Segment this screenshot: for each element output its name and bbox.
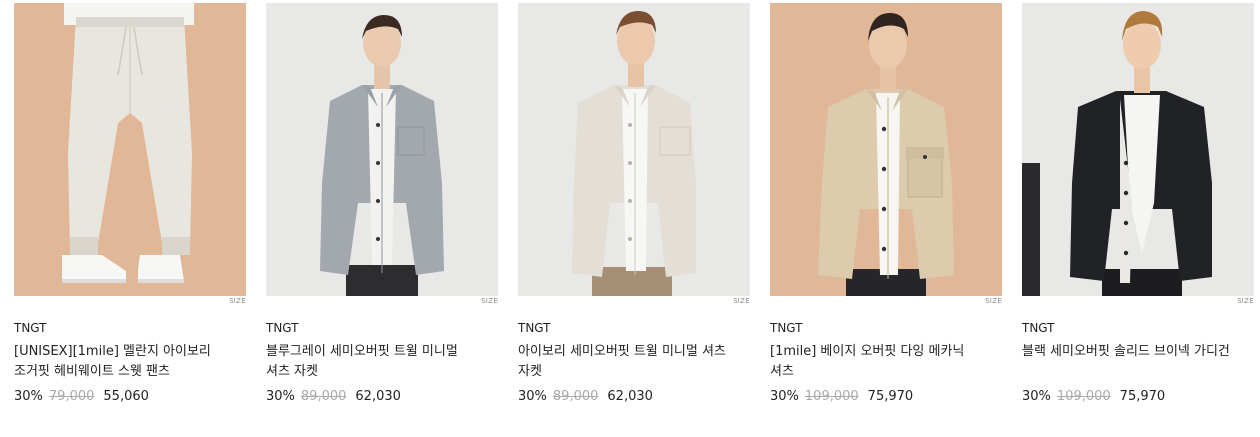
price-row: 30% 89,000 62,030 (266, 389, 401, 404)
product-name[interactable]: [1mile] 베이지 오버핏 다잉 메카닉 셔츠 (770, 342, 985, 382)
model-shirt-jacket-photo (266, 3, 498, 296)
product-card[interactable]: SIZE TNGT 아이보리 세미오버핏 트윌 미니멀 셔츠 자켓 30% 89,… (518, 3, 750, 404)
size-label[interactable]: SIZE (1237, 297, 1254, 305)
original-price: 79,000 (48, 389, 95, 404)
product-card[interactable]: SIZE TNGT [1mile] 베이지 오버핏 다잉 메카닉 셔츠 30% 1… (770, 3, 1002, 404)
product-name[interactable]: 블루그레이 세미오버핏 트윌 미니멀 셔츠 자켓 (266, 342, 481, 382)
sale-price: 62,030 (355, 389, 401, 404)
original-price: 89,000 (552, 389, 599, 404)
brand-name[interactable]: TNGT (770, 321, 803, 335)
product-image[interactable] (266, 3, 498, 296)
price-row: 30% 109,000 75,970 (1022, 389, 1165, 404)
brand-name[interactable]: TNGT (266, 321, 299, 335)
sale-price: 55,060 (103, 389, 149, 404)
sale-price: 75,970 (1119, 389, 1166, 404)
model-sweatpants-photo (14, 3, 246, 296)
sale-price: 75,970 (867, 389, 914, 404)
product-image[interactable] (1022, 3, 1254, 296)
brand-name[interactable]: TNGT (1022, 321, 1055, 335)
sale-price: 62,030 (607, 389, 653, 404)
price-row: 30% 79,000 55,060 (14, 389, 149, 404)
original-price: 109,000 (804, 389, 859, 404)
product-name[interactable]: [UNISEX][1mile] 멜란지 아이보리 조거핏 헤비웨이트 스웻 팬츠 (14, 342, 229, 382)
price-row: 30% 109,000 75,970 (770, 389, 913, 404)
product-grid: SIZE TNGT [UNISEX][1mile] 멜란지 아이보리 조거핏 헤… (0, 0, 1260, 437)
brand-name[interactable]: TNGT (518, 321, 551, 335)
model-mechanic-shirt-photo (770, 3, 1002, 296)
discount-rate: 30% (1022, 389, 1051, 404)
model-shirt-jacket-photo (518, 3, 750, 296)
original-price: 89,000 (300, 389, 347, 404)
product-card[interactable]: SIZE TNGT [UNISEX][1mile] 멜란지 아이보리 조거핏 헤… (14, 3, 246, 404)
product-image[interactable] (770, 3, 1002, 296)
discount-rate: 30% (14, 389, 43, 404)
price-row: 30% 89,000 62,030 (518, 389, 653, 404)
product-card[interactable]: SIZE TNGT 블루그레이 세미오버핏 트윌 미니멀 셔츠 자켓 30% 89… (266, 3, 498, 404)
product-card[interactable]: SIZE TNGT 블랙 세미오버핏 솔리드 브이넥 가디건 30% 109,00… (1022, 3, 1254, 404)
discount-rate: 30% (518, 389, 547, 404)
size-label[interactable]: SIZE (481, 297, 498, 305)
brand-name[interactable]: TNGT (14, 321, 47, 335)
size-label[interactable]: SIZE (985, 297, 1002, 305)
original-price: 109,000 (1056, 389, 1111, 404)
product-name[interactable]: 블랙 세미오버핏 솔리드 브이넥 가디건 (1022, 342, 1237, 362)
discount-rate: 30% (266, 389, 295, 404)
product-name[interactable]: 아이보리 세미오버핏 트윌 미니멀 셔츠 자켓 (518, 342, 733, 382)
product-image[interactable] (518, 3, 750, 296)
discount-rate: 30% (770, 389, 799, 404)
product-image[interactable] (14, 3, 246, 296)
size-label[interactable]: SIZE (733, 297, 750, 305)
model-cardigan-photo (1022, 3, 1254, 296)
size-label[interactable]: SIZE (229, 297, 246, 305)
